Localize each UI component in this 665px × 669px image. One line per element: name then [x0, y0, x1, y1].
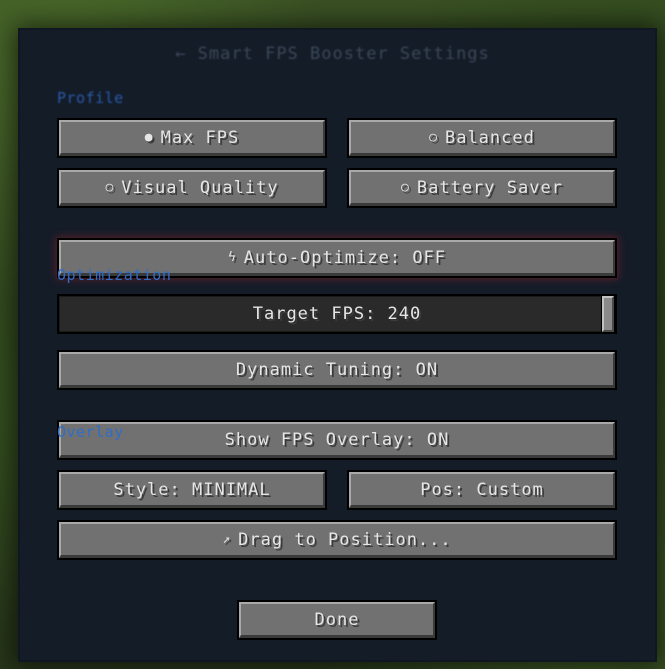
profile-balanced-label: Balanced [444, 127, 535, 148]
radio-unselected-icon: ○ [429, 130, 438, 145]
slider-handle[interactable] [601, 295, 615, 333]
lightning-icon: ϟ [227, 250, 237, 265]
target-fps-slider[interactable]: Target FPS: 240 [57, 294, 617, 334]
target-fps-label: Target FPS: 240 [252, 304, 422, 324]
profile-battery-saver-label: Battery Saver [416, 177, 563, 198]
section-label-overlay: Overlay [57, 423, 124, 441]
overlay-position-label: Pos: Custom [420, 479, 544, 500]
overlay-position-button[interactable]: Pos: Custom [347, 470, 617, 510]
profile-battery-saver-button[interactable]: ○ Battery Saver [347, 168, 617, 208]
radio-selected-icon: ● [144, 130, 154, 145]
dynamic-tuning-button[interactable]: Dynamic Tuning: ON [57, 350, 617, 390]
profile-balanced-button[interactable]: ○ Balanced [347, 118, 617, 158]
profile-max-fps-label: Max FPS [160, 127, 240, 148]
auto-optimize-label: Auto-Optimize: OFF [243, 247, 447, 268]
overlay-style-button[interactable]: Style: MINIMAL [57, 470, 327, 510]
drag-arrow-icon: ↗ [222, 532, 232, 547]
profile-max-fps-button[interactable]: ● Max FPS [57, 118, 327, 158]
done-label: Done [314, 609, 360, 630]
section-label-optimization: Optimization [57, 266, 172, 284]
show-fps-overlay-label: Show FPS Overlay: ON [224, 429, 450, 450]
section-label-profile: Profile [57, 89, 124, 107]
show-fps-overlay-button[interactable]: Show FPS Overlay: ON [57, 420, 617, 460]
profile-visual-quality-label: Visual Quality [121, 177, 279, 198]
drag-to-position-label: Drag to Position... [238, 529, 452, 550]
overlay-style-label: Style: MINIMAL [113, 479, 271, 500]
radio-unselected-icon: ○ [401, 180, 410, 195]
dynamic-tuning-label: Dynamic Tuning: ON [235, 359, 439, 380]
screen-title: ← Smart FPS Booster Settings [175, 44, 490, 64]
profile-visual-quality-button[interactable]: ○ Visual Quality [57, 168, 327, 208]
radio-unselected-icon: ○ [105, 180, 115, 195]
drag-to-position-button[interactable]: ↗ Drag to Position... [57, 520, 617, 560]
done-button[interactable]: Done [237, 600, 437, 640]
